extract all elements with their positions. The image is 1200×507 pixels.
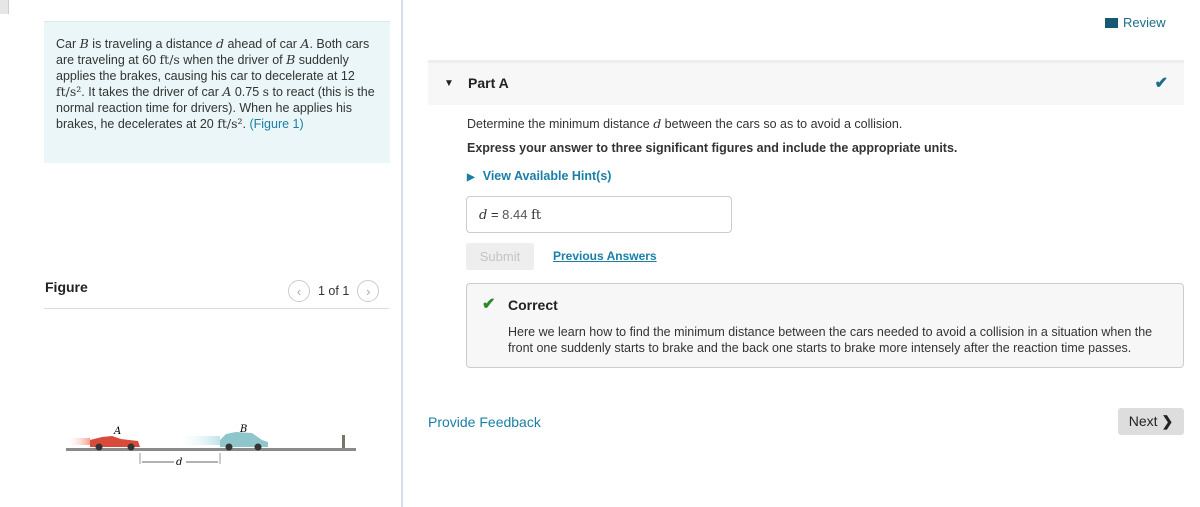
- review-link[interactable]: Review: [1105, 15, 1166, 30]
- next-button[interactable]: Next ❯: [1118, 408, 1184, 435]
- expand-triangle-icon: ▶: [467, 172, 475, 183]
- figure-divider: [44, 308, 389, 309]
- next-figure-button[interactable]: ›: [357, 280, 380, 302]
- question-text: Determine the minimum distance d between…: [467, 116, 903, 131]
- label-b: B: [239, 424, 247, 435]
- problem-statement: Car B is traveling a distance d ahead of…: [44, 21, 390, 163]
- checkmark-icon: ✔: [1154, 75, 1168, 92]
- figure-title: Figure: [45, 279, 88, 295]
- figure-link[interactable]: (Figure 1): [249, 117, 303, 131]
- check-icon: ✔: [482, 296, 496, 313]
- feedback-text: Here we learn how to find the minimum di…: [508, 325, 1153, 355]
- figure-image: A B d: [66, 424, 356, 468]
- left-edge: [0, 0, 9, 14]
- review-label: Review: [1123, 15, 1166, 30]
- collapse-triangle-icon: ▼: [444, 78, 454, 89]
- book-icon: [1105, 17, 1118, 28]
- figure-pager: ‹ 1 of 1 ›: [288, 280, 380, 302]
- feedback-box: ✔ Correct Here we learn how to find the …: [466, 283, 1184, 368]
- road: [66, 448, 356, 451]
- answer-field[interactable]: d = 8.44 ft: [466, 196, 732, 233]
- part-label: Part A: [468, 75, 509, 91]
- prev-figure-button[interactable]: ‹: [288, 280, 310, 302]
- chevron-right-icon: ❯: [1161, 413, 1174, 429]
- label-a: A: [113, 426, 121, 437]
- feedback-title: Correct: [508, 297, 558, 313]
- submit-button[interactable]: Submit: [466, 243, 534, 270]
- part-a-header[interactable]: ▼ Part A ✔: [428, 60, 1184, 105]
- figure-count: 1 of 1: [318, 284, 350, 298]
- panel-divider[interactable]: [401, 0, 403, 507]
- previous-answers-link[interactable]: Previous Answers: [553, 249, 657, 263]
- view-hints-link[interactable]: ▶ View Available Hint(s): [467, 169, 611, 183]
- instructions: Express your answer to three significant…: [467, 141, 958, 155]
- hint-label: View Available Hint(s): [482, 169, 612, 183]
- provide-feedback-link[interactable]: Provide Feedback: [428, 414, 541, 430]
- next-label: Next: [1128, 413, 1158, 429]
- label-d: d: [176, 457, 182, 468]
